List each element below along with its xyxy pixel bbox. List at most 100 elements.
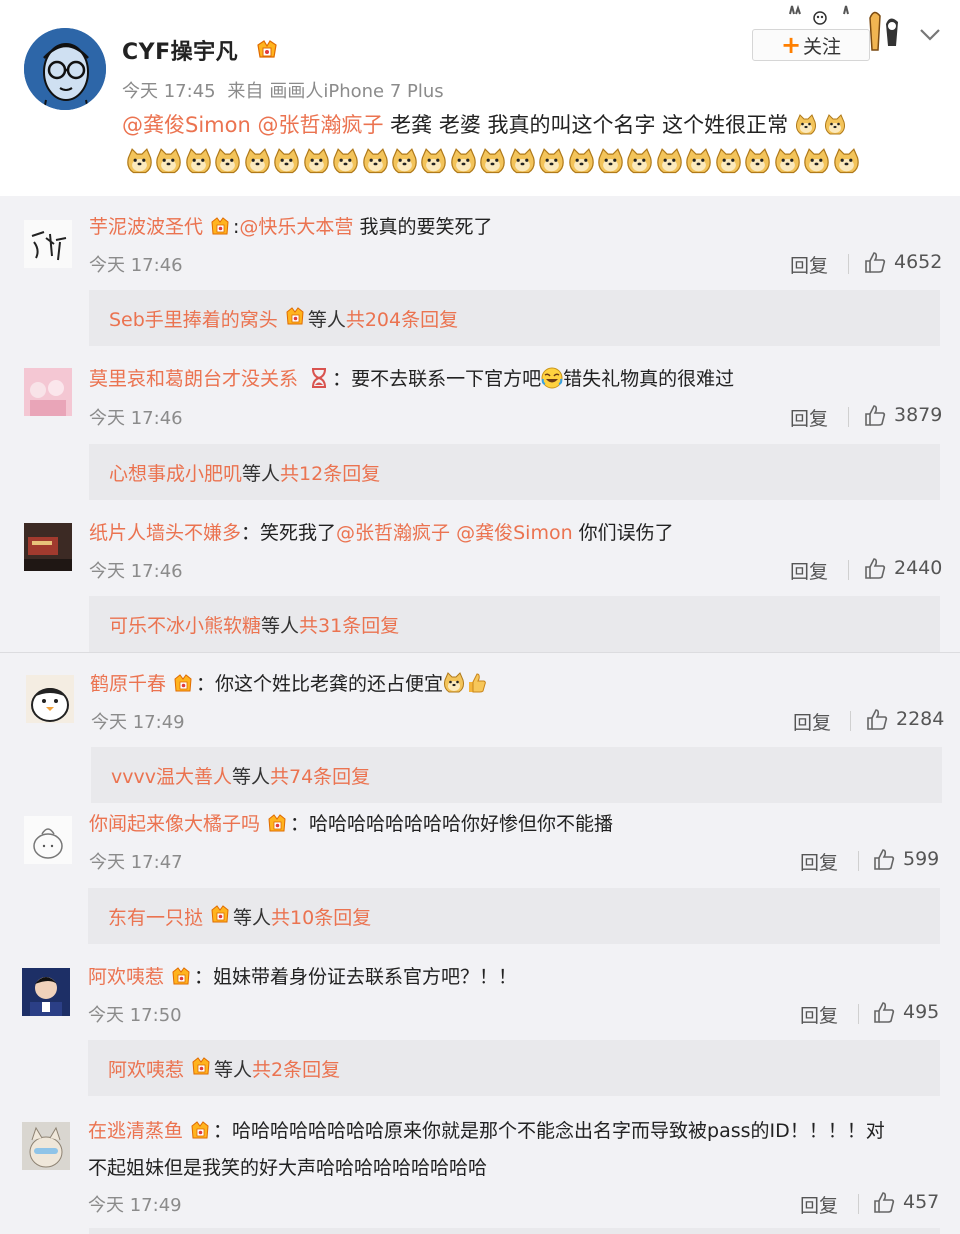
divider [858,1004,859,1024]
author-avatar[interactable] [24,28,106,110]
sub-reply-count[interactable]: 共31条回复 [299,611,399,638]
like-button[interactable]: 457 [873,1191,939,1213]
sub-reply-user[interactable]: vvvv温大善人 [111,762,232,789]
doge-emoji-icon [392,148,417,174]
reply-button[interactable]: 回复 [800,848,838,875]
sub-reply-mid: 等人 [261,614,300,637]
doge-emoji-icon [686,148,712,174]
vip-badge-icon [209,903,231,930]
reply-button[interactable]: 回复 [793,708,831,735]
sub-reply-user[interactable]: Seb手里捧着的窝头 [109,305,278,332]
comment-time: 今天 17:49 [88,1195,182,1216]
comment-line: 莫里哀和葛朗台才没关系 ：要不去联系一下官方吧 错失礼物真的很难过 [89,366,734,392]
hourglass-icon [312,368,327,388]
like-button[interactable]: 495 [873,1001,939,1023]
commenter-avatar[interactable] [24,523,72,571]
comment-line: 你闻起来像大橘子吗 ：哈哈哈哈哈哈哈哈你好惨但你不能播 [89,811,613,841]
comment-time: 今天 17:46 [89,561,183,582]
sub-reply-user[interactable]: 阿欢咦惹 [108,1055,184,1082]
sub-reply-count[interactable]: 共10条回复 [271,903,371,930]
sub-reply-user[interactable]: 心想事成小肥叽 [109,459,242,486]
commenter-name[interactable]: 阿欢咦惹 [88,966,164,988]
author-name[interactable]: CYF操宇凡 [122,34,280,67]
commenter-name[interactable]: 芋泥波波圣代 [89,216,203,238]
like-button[interactable]: 4652 [864,251,942,273]
commenter-avatar[interactable] [24,220,72,268]
commenter-avatar[interactable] [22,1122,70,1170]
doge-emoji-icon [444,672,465,693]
sub-reply-mid: 等人 [233,906,272,929]
like-count: 495 [903,1001,940,1023]
post-meta: 今天 17:45 来自 画画人iPhone 7 Plus [122,77,450,103]
doge-emoji-icon [774,148,800,174]
comment-item: 纸片人墙头不嫌多：笑死我了@张哲瀚疯子 @龚俊Simon 你们误伤了 今天 17… [0,507,960,652]
sub-replies-panel[interactable]: 东有一只挞 等人 共10条回复 [88,888,940,944]
mention-link[interactable]: @龚俊Simon [122,113,251,137]
avatar-glasses-drawing-icon [24,28,106,110]
comment-line: 不起姐妹但是我笑的好大声哈哈哈哈哈哈哈哈哈 [88,1155,487,1181]
doge-emoji-icon [127,148,152,174]
like-button[interactable]: 2284 [866,708,944,730]
commenter-name[interactable]: 你闻起来像大橘子吗 [89,813,260,835]
reply-button[interactable]: 回复 [800,1001,838,1028]
sub-reply-count[interactable]: 共74条回复 [270,762,370,789]
sub-replies-panel[interactable]: vvvv温大善人 等人 共74条回复 [91,747,942,803]
like-count: 4652 [894,251,943,273]
commenter-name[interactable]: 莫里哀和葛朗台才没关系 [89,368,298,390]
sub-reply-mid: 等人 [242,462,281,485]
commenter-avatar[interactable] [26,675,74,723]
comment-text: 要不去联系一下官方吧 [351,368,542,390]
vip-badge-icon [254,39,280,67]
vip-badge-icon [172,672,194,701]
like-button[interactable]: 2440 [864,557,942,579]
photo-avatar-icon [24,368,72,416]
commenter-name[interactable]: 纸片人墙头不嫌多 [89,522,241,544]
mention-link[interactable]: @张哲瀚疯子 [257,113,383,137]
commenter-name[interactable]: 在逃清蒸鱼 [88,1120,183,1142]
comment-colon: ： [290,813,310,835]
doge-emoji-icon [795,114,816,135]
sub-reply-count[interactable]: 共2条回复 [252,1055,340,1082]
doge-emoji-icon [715,148,741,174]
commenter-avatar[interactable] [24,368,72,416]
comment-colon: ： [196,673,216,695]
emoji-row [126,148,886,178]
sub-replies-panel[interactable]: 心想事成小肥叽 等人 共12条回复 [89,444,940,500]
divider [848,407,849,427]
commenter-name[interactable]: 鹤原千春 [90,673,166,695]
comment-line: 芋泥波波圣代:@快乐大本营 我真的要笑死了 [89,214,492,244]
chevron-down-icon[interactable] [918,24,942,44]
sub-replies-panel[interactable]: 可乐不冰小熊软糖 等人 共31条回复 [89,596,940,652]
follow-button[interactable]: + 关注 [752,29,870,61]
doge-emoji-icon [480,148,506,174]
reply-button[interactable]: 回复 [790,557,828,584]
comment-text: 我真的要笑死了 [353,216,493,238]
sub-replies-panel[interactable]: 阿欢咦惹 等人 共2条回复 [88,1040,940,1096]
reply-button[interactable]: 回复 [790,251,828,278]
comment-item: 你闻起来像大橘子吗 ：哈哈哈哈哈哈哈哈你好惨但你不能播 今天 17:47 回复 5… [0,798,960,948]
sub-reply-user[interactable]: 可乐不冰小熊软糖 [109,611,261,638]
post-source[interactable]: 画画人iPhone 7 Plus [269,81,443,102]
comment-text: 姐妹带着身份证去联系官方吧？！！ [213,966,518,988]
comment-line: 鹤原千春 ：你这个姓比老龚的还占便宜 [90,671,487,701]
reply-button[interactable]: 回复 [790,404,828,431]
mention-link[interactable]: @快乐大本营 [239,216,353,238]
doge-emoji-icon [745,148,770,174]
sub-reply-mid: 等人 [231,765,270,788]
portrait-avatar-icon [22,968,70,1016]
like-count: 3879 [894,404,943,426]
reply-button[interactable]: 回复 [800,1191,838,1218]
sub-replies-panel[interactable]: Seb手里捧着的窝头 等人 共204条回复 [89,290,940,346]
mention-link[interactable]: @张哲瀚疯子 [336,522,450,544]
sub-reply-count[interactable]: 共12条回复 [280,459,380,486]
comment-time: 今天 17:49 [91,712,185,733]
sub-reply-user[interactable]: 东有一只挞 [108,903,203,930]
mention-link[interactable]: @龚俊Simon [450,522,573,544]
like-button[interactable]: 3879 [864,404,942,426]
commenter-avatar[interactable] [24,816,72,864]
doge-emoji-icon [186,148,211,174]
like-button[interactable]: 599 [873,848,939,870]
photo-avatar-icon [24,523,72,571]
commenter-avatar[interactable] [22,968,70,1016]
sub-reply-count[interactable]: 共204条回复 [346,305,458,332]
